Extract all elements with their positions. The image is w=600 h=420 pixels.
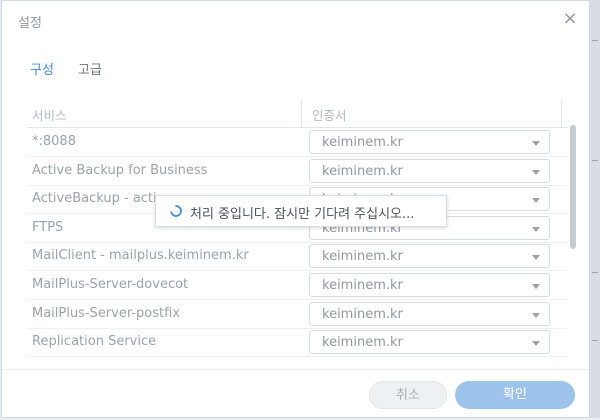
loading-indicator: 처리 중입니다. 잠시만 기다려 주십시오... — [155, 195, 447, 227]
chevron-down-icon[interactable] — [532, 169, 540, 175]
table-row[interactable]: Active Backup for Business keiminem.kr — [27, 157, 567, 186]
chevron-down-icon[interactable] — [532, 255, 540, 261]
ok-button[interactable]: 확인 — [455, 381, 575, 409]
certificate-select[interactable]: keiminem.kr — [309, 158, 550, 183]
certificate-value: keiminem.kr — [322, 306, 403, 322]
column-header-service[interactable]: 서비스 — [32, 105, 67, 124]
service-name: Active Backup for Business — [32, 162, 208, 178]
dialog-footer: 취소 확인 — [2, 369, 589, 420]
dialog-title: 설정 — [18, 16, 42, 31]
certificate-select[interactable]: keiminem.kr — [309, 130, 550, 154]
chevron-down-icon[interactable] — [532, 141, 540, 146]
service-name: *:8088 — [32, 134, 76, 149]
service-name: ActiveBackup - acti — [32, 191, 157, 207]
edge-mark — [592, 160, 598, 161]
service-name: MailPlus-Server-dovecot — [32, 277, 189, 292]
certificate-value: keiminem.kr — [322, 335, 403, 351]
certificate-select[interactable]: keiminem.kr — [309, 244, 550, 269]
column-divider[interactable] — [301, 99, 302, 127]
service-name: MailPlus-Server-postfix — [32, 305, 181, 321]
close-icon[interactable]: × — [562, 10, 578, 28]
edge-mark — [592, 272, 598, 273]
service-name: FTPS — [32, 219, 64, 235]
table-row[interactable]: *:8088 keiminem.kr — [27, 128, 567, 157]
chevron-down-icon[interactable] — [532, 198, 540, 204]
column-divider[interactable] — [561, 99, 562, 127]
chevron-down-icon[interactable] — [532, 284, 540, 289]
scrollbar[interactable] — [570, 125, 576, 357]
tab-bar: 구성 고급 — [2, 59, 589, 79]
certificate-select[interactable]: keiminem.kr — [309, 301, 550, 326]
edge-mark — [592, 40, 598, 41]
table-row[interactable]: MailClient - mailplus.keiminem.kr keimine… — [27, 242, 567, 272]
certificate-value: keiminem.kr — [322, 278, 403, 293]
loading-message: 처리 중입니다. 잠시만 기다려 주십시오... — [190, 207, 415, 222]
certificate-value: keiminem.kr — [322, 249, 403, 265]
column-header-certificate[interactable]: 인증서 — [312, 105, 347, 124]
edge-mark — [592, 340, 598, 341]
background-window-edge — [590, 0, 600, 418]
settings-dialog: 설정 × 구성 고급 서비스 인증서 *:8088 keiminem.kr Acti… — [1, 0, 590, 418]
scrollbar-thumb[interactable] — [570, 125, 576, 249]
spinner-icon — [170, 205, 182, 217]
tab-configuration[interactable]: 구성 — [30, 59, 54, 78]
table-row[interactable]: MailPlus-Server-dovecot keiminem.kr — [27, 271, 567, 300]
service-name: Replication Service — [32, 334, 157, 350]
certificate-value: keiminem.kr — [322, 163, 403, 179]
table-row[interactable]: MailPlus-Server-postfix keiminem.kr — [27, 300, 567, 329]
service-certificate-table: 서비스 인증서 *:8088 keiminem.kr Active Backup f… — [27, 99, 567, 357]
certificate-select[interactable]: keiminem.kr — [309, 273, 550, 297]
chevron-down-icon[interactable] — [532, 312, 540, 318]
chevron-down-icon[interactable] — [532, 226, 540, 232]
cancel-button[interactable]: 취소 — [369, 381, 447, 409]
chevron-down-icon[interactable] — [532, 341, 540, 347]
tab-advanced[interactable]: 고급 — [78, 59, 102, 78]
service-name: MailClient - mailplus.keiminem.kr — [32, 248, 249, 264]
table-header: 서비스 인증서 — [27, 99, 567, 128]
certificate-value: keiminem.kr — [322, 135, 403, 150]
table-row[interactable]: Replication Service keiminem.kr — [27, 328, 567, 357]
certificate-select[interactable]: keiminem.kr — [309, 330, 550, 355]
